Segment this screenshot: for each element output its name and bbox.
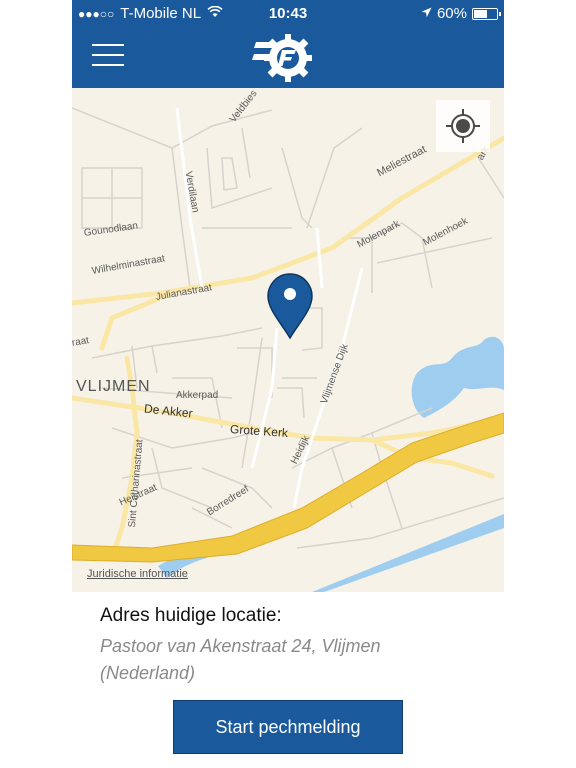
street-label-akkerpad: Akkerpad [176,390,219,401]
location-arrow-icon [421,5,432,22]
gear-f-logo-icon [252,32,324,84]
status-bar: ●●●○○ T-Mobile NL 10:43 60% [72,0,504,28]
battery-icon [472,7,501,20]
app-header [72,28,504,88]
battery-percentage: 60% [436,5,467,22]
crosshair-locate-icon [446,109,480,143]
location-address: Pastoor van Akenstraat 24, Vlijmen (Nede… [100,636,381,683]
map-pin-icon [267,273,313,340]
app-screen: ●●●○○ T-Mobile NL 10:43 60% Veldbies Ver… [72,0,504,768]
location-info: Adres huidige locatie: Pastoor van Akens… [100,605,480,687]
legal-info-link[interactable]: Juridische informatie [87,568,188,580]
status-right: 60% [421,5,501,22]
town-label-vlijmen: VLIJMEN [76,378,151,395]
locate-me-button[interactable] [436,100,490,152]
start-pechmelding-button[interactable]: Start pechmelding [173,700,403,754]
map-view[interactable]: Veldbies Verdilaan Gounodlaan Wilhelmina… [72,88,504,592]
hamburger-menu-icon[interactable] [92,44,124,68]
location-title: Adres huidige locatie: [100,605,282,626]
battery-fill [474,9,487,18]
